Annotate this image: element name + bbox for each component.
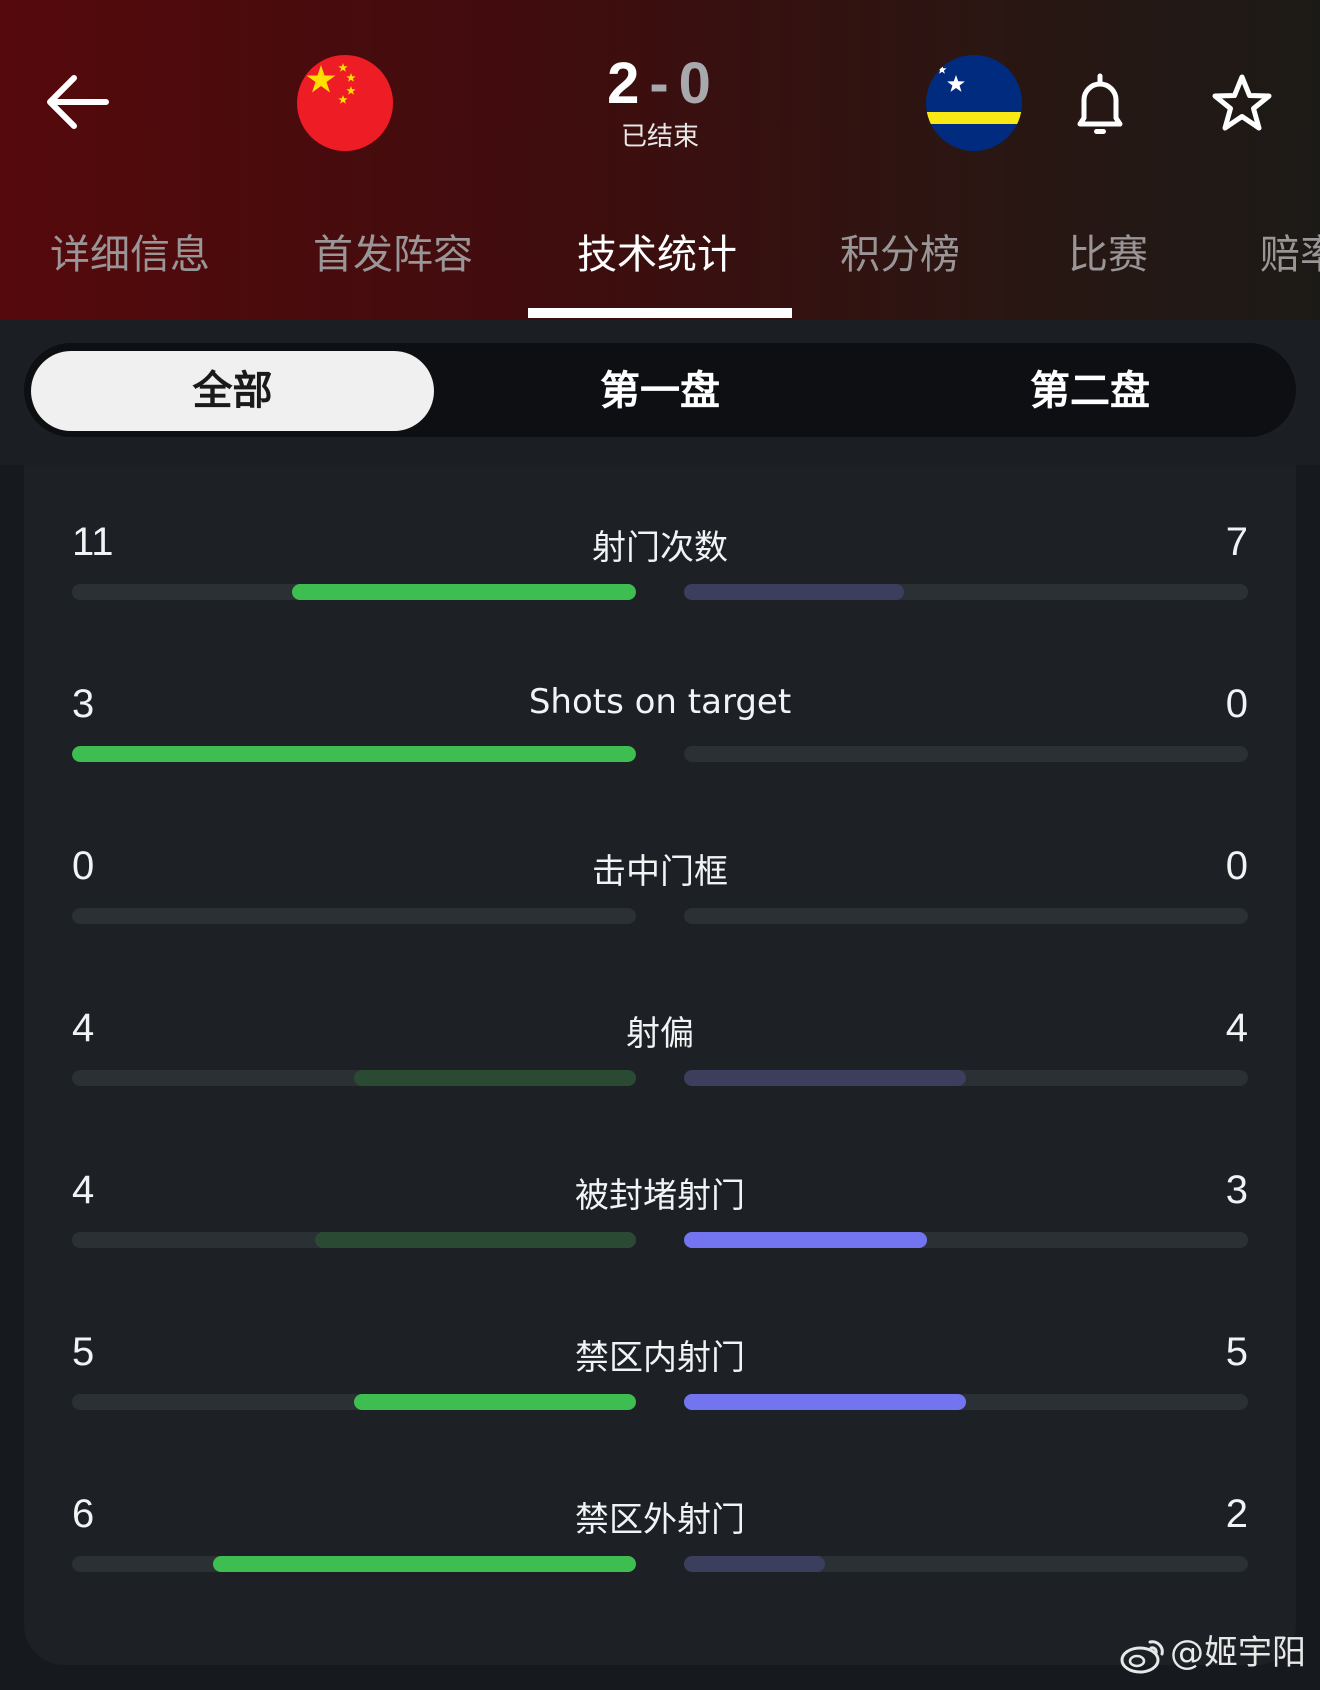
home-stat-bar [72, 1556, 636, 1572]
stats-card: 11 射门次数 7 3 Shots on target 0 0 击中门框 0 4 射偏 4 4 被封堵射门… [24, 465, 1296, 1665]
stat-label: 被封堵射门 [575, 1176, 745, 1216]
stat-label: 射偏 [626, 1014, 694, 1054]
watermark: @姬宇阳 [1120, 1625, 1306, 1674]
active-tab-indicator [528, 308, 792, 318]
home-stat-bar [72, 1070, 636, 1086]
away-stat-bar-fill [684, 1394, 966, 1410]
away-stat-bar [684, 1070, 1248, 1086]
away-stat-bar [684, 1394, 1248, 1410]
tab-statistics[interactable]: 技术统计 [577, 222, 737, 280]
back-button[interactable] [42, 72, 112, 132]
stat-row: 11 射门次数 7 [24, 520, 1296, 670]
away-stat-bar [684, 584, 1248, 600]
away-stat-value: 4 [1225, 1006, 1248, 1050]
score-display: 2-0 [560, 52, 760, 116]
tab-details[interactable]: 详细信息 [50, 222, 210, 280]
stat-label: 射门次数 [592, 528, 728, 568]
stat-label: 禁区内射门 [575, 1338, 745, 1378]
home-stat-bar [72, 908, 636, 924]
tab-standings[interactable]: 积分榜 [840, 222, 960, 280]
away-stat-value: 7 [1225, 520, 1248, 564]
away-stat-value: 5 [1225, 1330, 1248, 1374]
home-team-flag[interactable] [297, 55, 393, 151]
away-stat-bar [684, 908, 1248, 924]
home-stat-bar-fill [213, 1556, 636, 1572]
away-stat-value: 2 [1225, 1492, 1248, 1536]
away-stat-bar [684, 1232, 1248, 1248]
home-score: 2 [607, 51, 642, 116]
stat-label: 禁区外射门 [575, 1500, 745, 1540]
tab-lineups[interactable]: 首发阵容 [313, 222, 473, 280]
away-score: 0 [678, 51, 713, 116]
watermark-text: @姬宇阳 [1170, 1633, 1306, 1673]
stat-row: 3 Shots on target 0 [24, 682, 1296, 832]
stat-label: 击中门框 [592, 852, 728, 892]
curacao-flag-icon [926, 55, 1022, 151]
away-stat-value: 3 [1225, 1168, 1248, 1212]
tab-bar: 详细信息 首发阵容 技术统计 积分榜 比赛 赔率 [0, 210, 1320, 320]
tab-matches[interactable]: 比赛 [1068, 222, 1148, 280]
home-stat-bar-fill [354, 1394, 636, 1410]
stat-label: Shots on target [528, 682, 792, 722]
stat-row: 0 击中门框 0 [24, 844, 1296, 994]
home-stat-bar [72, 746, 636, 762]
match-header: 2-0 已结束 详细信息 首发阵容 技术统计 积分榜 比赛 赔率 [0, 0, 1320, 320]
away-team-flag[interactable] [926, 55, 1022, 151]
period-all[interactable]: 全部 [31, 351, 434, 431]
stat-row: 4 射偏 4 [24, 1006, 1296, 1156]
away-stat-bar-fill [684, 584, 904, 600]
star-icon [1212, 74, 1272, 131]
away-stat-value: 0 [1225, 844, 1248, 888]
home-stat-bar-fill [291, 584, 636, 600]
away-stat-bar-fill [684, 1070, 966, 1086]
home-stat-bar-fill [72, 746, 636, 762]
china-flag-icon [297, 55, 393, 151]
home-stat-bar-fill [314, 1232, 636, 1248]
home-stat-bar-fill [354, 1070, 636, 1086]
notification-button[interactable] [1070, 72, 1130, 138]
tab-odds[interactable]: 赔率 [1260, 222, 1320, 280]
home-stat-bar [72, 1232, 636, 1248]
away-stat-value: 0 [1225, 682, 1248, 726]
period-second-half[interactable]: 第二盘 [875, 351, 1305, 431]
stat-row: 6 禁区外射门 2 [24, 1492, 1296, 1642]
home-stat-bar [72, 1394, 636, 1410]
stat-row: 4 被封堵射门 3 [24, 1168, 1296, 1318]
away-stat-bar [684, 746, 1248, 762]
away-stat-bar [684, 1556, 1248, 1572]
period-first-half[interactable]: 第一盘 [445, 351, 875, 431]
score-separator: - [649, 51, 671, 116]
match-status: 已结束 [620, 122, 699, 152]
arrow-left-icon [47, 75, 109, 129]
away-stat-bar-fill [684, 1232, 927, 1248]
away-stat-bar-fill [684, 1556, 825, 1572]
home-stat-bar [72, 584, 636, 600]
weibo-icon [1120, 1639, 1164, 1673]
bell-icon [1077, 73, 1123, 134]
stat-row: 5 禁区内射门 5 [24, 1330, 1296, 1480]
favorite-button[interactable] [1210, 72, 1274, 136]
